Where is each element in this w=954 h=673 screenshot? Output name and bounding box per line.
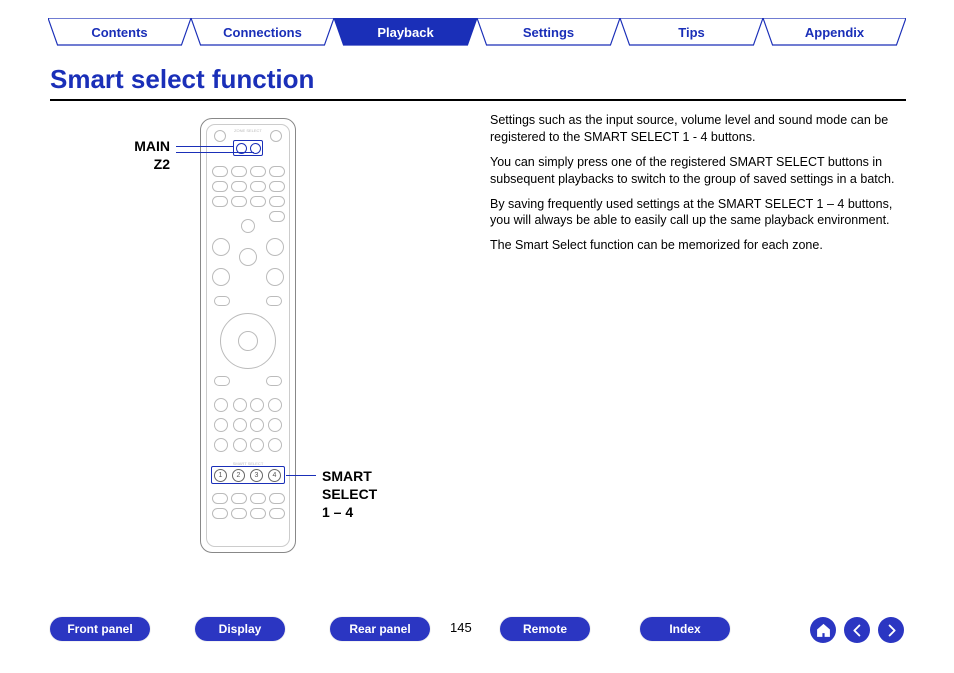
remote-btn [268, 438, 282, 452]
lead-line-main [176, 146, 234, 147]
lead-line-smart [286, 475, 316, 476]
tab-playback[interactable]: Playback [334, 18, 477, 46]
remote-btn [266, 376, 282, 386]
remote-enter [238, 331, 258, 351]
remote-btn [250, 196, 266, 207]
remote-btn [266, 268, 284, 286]
remote-btn [231, 166, 247, 177]
remote-btn [241, 219, 255, 233]
remote-btn [212, 196, 228, 207]
home-icon[interactable] [810, 617, 836, 643]
lead-line-z2 [176, 152, 254, 153]
nav-display[interactable]: Display [195, 617, 285, 641]
top-tabs: Contents Connections Playback Settings T… [48, 18, 906, 48]
desc-p3: By saving frequently used settings at th… [490, 196, 906, 230]
remote-btn [269, 196, 285, 207]
back-icon[interactable] [844, 617, 870, 643]
callout-main-label: MAIN [110, 137, 170, 155]
remote-btn [231, 181, 247, 192]
highlight-smart-select [211, 466, 285, 484]
highlight-main-z2 [233, 140, 263, 156]
desc-p4: The Smart Select function can be memoriz… [490, 237, 906, 254]
nav-index[interactable]: Index [640, 617, 730, 641]
remote-btn [269, 493, 285, 504]
remote-btn [212, 181, 228, 192]
callout-smart-line1: SMART [322, 467, 412, 485]
tab-label: Appendix [805, 25, 864, 40]
remote-btn [250, 508, 266, 519]
remote-btn [250, 438, 264, 452]
remote-btn [212, 238, 230, 256]
remote-btn [269, 508, 285, 519]
remote-btn [214, 398, 228, 412]
remote-btn [231, 196, 247, 207]
tab-label: Tips [678, 25, 705, 40]
remote-btn [270, 130, 282, 142]
tab-connections[interactable]: Connections [191, 18, 334, 46]
remote-btn [233, 438, 247, 452]
tab-tips[interactable]: Tips [620, 18, 763, 46]
callout-z2-label: Z2 [110, 155, 170, 173]
nav-rear-panel[interactable]: Rear panel [330, 617, 430, 641]
desc-p1: Settings such as the input source, volum… [490, 112, 906, 146]
remote-illustration: ZONE SELECT SMART SELECT 1 2 3 4 [200, 118, 296, 553]
callout-smart-select: SMART SELECT 1 – 4 [322, 467, 412, 522]
callout-smart-line3: 1 – 4 [322, 503, 412, 521]
remote-btn [250, 398, 264, 412]
callout-smart-line2: SELECT [322, 485, 412, 503]
remote-btn-mute [239, 248, 257, 266]
title-divider [50, 99, 906, 101]
remote-btn [250, 181, 266, 192]
page-number: 145 [450, 620, 472, 635]
remote-btn [212, 166, 228, 177]
description: Settings such as the input source, volum… [490, 112, 906, 262]
remote-label-zone-select: ZONE SELECT [228, 128, 268, 133]
remote-btn [214, 438, 228, 452]
tab-label: Contents [91, 25, 147, 40]
callout-main-z2: MAIN Z2 [110, 137, 170, 173]
remote-btn [269, 181, 285, 192]
remote-btn [212, 508, 228, 519]
tab-appendix[interactable]: Appendix [763, 18, 906, 46]
remote-btn [250, 166, 266, 177]
tab-contents[interactable]: Contents [48, 18, 191, 46]
remote-btn [266, 238, 284, 256]
tab-label: Playback [377, 25, 433, 40]
remote-btn [266, 296, 282, 306]
bottom-nav: Front panel Display Rear panel 145 Remot… [50, 617, 906, 647]
remote-btn [212, 493, 228, 504]
remote-btn [214, 418, 228, 432]
tab-label: Settings [523, 25, 574, 40]
remote-btn [233, 398, 247, 412]
remote-btn [214, 130, 226, 142]
nav-remote[interactable]: Remote [500, 617, 590, 641]
remote-btn [250, 418, 264, 432]
tab-label: Connections [223, 25, 302, 40]
remote-btn [212, 268, 230, 286]
remote-btn [214, 296, 230, 306]
remote-btn [214, 376, 230, 386]
remote-btn [269, 211, 285, 222]
forward-icon[interactable] [878, 617, 904, 643]
remote-btn [250, 493, 266, 504]
remote-btn [269, 166, 285, 177]
remote-btn [231, 493, 247, 504]
remote-btn [268, 418, 282, 432]
tab-settings[interactable]: Settings [477, 18, 620, 46]
nav-front-panel[interactable]: Front panel [50, 617, 150, 641]
desc-p2: You can simply press one of the register… [490, 154, 906, 188]
page-title: Smart select function [50, 64, 314, 95]
remote-btn [233, 418, 247, 432]
remote-btn [268, 398, 282, 412]
remote-btn [231, 508, 247, 519]
